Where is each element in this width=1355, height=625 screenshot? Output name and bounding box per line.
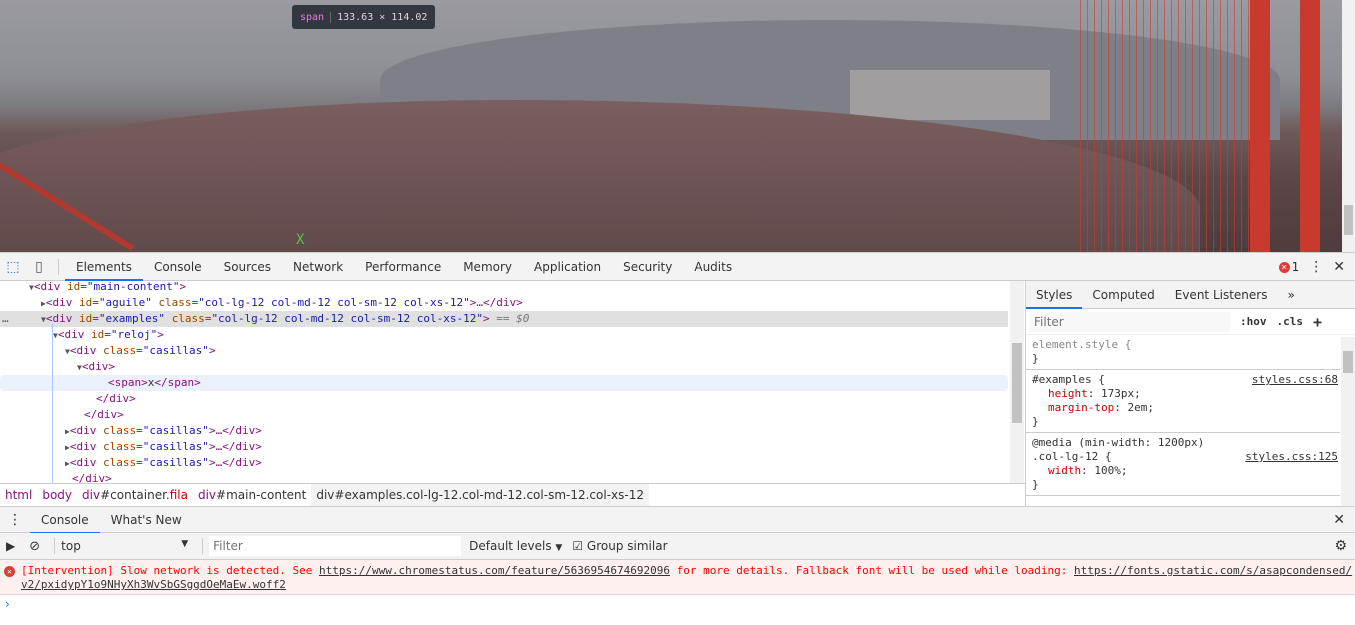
new-style-rule-button[interactable]: +	[1313, 313, 1322, 331]
chromestatus-link[interactable]: https://www.chromestatus.com/feature/563…	[319, 564, 670, 577]
error-icon: ✕	[4, 566, 15, 577]
tab-application[interactable]: Application	[523, 253, 612, 281]
dom-node[interactable]: ▶<div class="casillas">…</div>	[0, 455, 1008, 471]
styles-filter-input[interactable]	[1030, 311, 1230, 332]
style-property[interactable]: width: 100%;	[1032, 464, 1334, 478]
style-rule: @media (min-width: 1200px) .col-lg-12 {st…	[1026, 433, 1340, 496]
tab-performance[interactable]: Performance	[354, 253, 452, 281]
styles-tab-computed[interactable]: Computed	[1082, 281, 1164, 309]
breadcrumb-item[interactable]: div#examples.col-lg-12.col-md-12.col-sm-…	[311, 484, 649, 506]
devtools-toolbar: ⬚ ▯ Elements Console Sources Network Perform…	[0, 253, 1355, 281]
dom-node[interactable]: </div>	[0, 407, 1008, 423]
error-count: 1	[1291, 260, 1300, 274]
dom-node[interactable]: <span>x</span>	[0, 375, 1008, 391]
context-select[interactable]: top ▼	[61, 539, 196, 553]
message-text: for more details. Fallback font will be …	[670, 564, 1074, 577]
breadcrumb-item[interactable]: body	[37, 488, 77, 502]
dom-node[interactable]: ▼<div id="examples" class="col-lg-12 col…	[0, 311, 1008, 327]
console-settings-icon[interactable]: ⚙	[1334, 538, 1347, 554]
page-scrollbar[interactable]	[1342, 0, 1355, 252]
dropdown-arrow-icon: ▼	[181, 539, 189, 549]
inspect-tooltip: span 133.63 × 114.02	[292, 5, 436, 29]
group-similar-checkbox[interactable]: ☑ Group similar	[572, 539, 667, 553]
error-count-badge[interactable]: ✕ 1	[1278, 260, 1300, 274]
page-x-text: X	[296, 232, 305, 248]
dom-node[interactable]: </div>	[0, 471, 1008, 483]
log-levels-label: Default levels	[469, 539, 552, 553]
tooltip-size: 133.63 × 114.02	[337, 11, 428, 23]
log-levels-select[interactable]: Default levels ▼	[469, 539, 562, 553]
dom-node[interactable]: ▼<div>	[0, 359, 1008, 375]
dom-node[interactable]: ▶<div class="casillas">…</div>	[0, 423, 1008, 439]
drawer-tab-console[interactable]: Console	[30, 506, 100, 534]
style-rule: element.style {}	[1026, 335, 1340, 370]
tab-network[interactable]: Network	[282, 253, 354, 281]
show-sidebar-icon[interactable]: ▶	[0, 539, 21, 553]
dom-node[interactable]: ▼<div class="casillas">	[0, 343, 1008, 359]
clear-console-icon[interactable]: ⊘	[21, 539, 48, 554]
styles-scrollbar[interactable]	[1341, 337, 1355, 506]
dom-node[interactable]: ▶<div class="casillas">…</div>	[0, 439, 1008, 455]
style-property[interactable]: height: 173px;	[1032, 387, 1334, 401]
style-property[interactable]: margin-top: 2em;	[1032, 401, 1334, 415]
dom-node[interactable]: ▼<div id="main-content">	[0, 281, 1008, 295]
inspect-element-icon[interactable]: ⬚	[0, 253, 26, 281]
bridge-cables	[1080, 0, 1250, 252]
styles-pane: StylesComputedEvent Listeners» :hov .cls…	[1025, 281, 1355, 506]
background-city	[850, 70, 1050, 120]
tab-elements[interactable]: Elements	[65, 253, 143, 281]
console-prompt[interactable]: ›	[5, 597, 10, 611]
device-toggle-icon[interactable]: ▯	[26, 253, 52, 281]
drawer-menu-icon[interactable]: ⋮	[0, 512, 30, 528]
close-drawer-icon[interactable]: ✕	[1333, 512, 1345, 528]
tab-sources[interactable]: Sources	[213, 253, 282, 281]
breadcrumb-item[interactable]: html	[0, 488, 37, 502]
console-toolbar: ▶ ⊘ top ▼ Default levels ▼ ☑ Group simila…	[0, 533, 1355, 560]
cls-button[interactable]: .cls	[1277, 315, 1304, 328]
dom-node[interactable]: ▼<div id="reloj">	[0, 327, 1008, 343]
styles-tab-event-listeners[interactable]: Event Listeners	[1165, 281, 1278, 309]
hov-button[interactable]: :hov	[1240, 315, 1267, 328]
close-devtools-icon[interactable]: ✕	[1333, 259, 1345, 275]
styles-tab-more[interactable]: »	[1277, 281, 1304, 309]
dropdown-arrow-icon: ▼	[555, 543, 563, 553]
elements-tree: ▼<div id="main-content"> ▶<div id="aguile…	[0, 281, 1025, 483]
context-value: top	[61, 539, 81, 553]
tab-console[interactable]: Console	[143, 253, 213, 281]
webpage-viewport: span 133.63 × 114.02 X	[0, 0, 1342, 252]
console-filter-input[interactable]	[209, 536, 462, 556]
dom-node[interactable]: ▶<div id="aguile" class="col-lg-12 col-m…	[0, 295, 1008, 311]
dom-node[interactable]: </div>	[0, 391, 1008, 407]
styles-tab-styles[interactable]: Styles	[1026, 281, 1083, 309]
breadcrumb-item[interactable]: div#container.fila	[77, 488, 193, 502]
tooltip-tag: span	[300, 11, 332, 23]
style-source-link[interactable]: styles.css:125	[1245, 450, 1338, 464]
node-menu-icon[interactable]: …	[2, 311, 9, 327]
breadcrumb: html body div#container.fila div#main-conte…	[0, 483, 1025, 506]
elements-scrollbar[interactable]	[1010, 281, 1024, 483]
tab-security[interactable]: Security	[612, 253, 683, 281]
drawer-tab-whats-new[interactable]: What's New	[100, 506, 193, 534]
breadcrumb-item[interactable]: div#main-content	[193, 488, 311, 502]
console-error-message: ✕ [Intervention] Slow network is detecte…	[0, 560, 1355, 595]
style-source-link[interactable]: styles.css:68	[1252, 373, 1338, 387]
bridge-tower	[1250, 0, 1320, 252]
error-icon: ✕	[1278, 261, 1290, 273]
tab-memory[interactable]: Memory	[452, 253, 523, 281]
drawer-tabs: ⋮ Console What's New ✕	[0, 506, 1355, 534]
tab-audits[interactable]: Audits	[683, 253, 743, 281]
more-menu-icon[interactable]: ⋮	[1309, 259, 1323, 275]
style-rule: #examples {styles.css:68 height: 173px; ma…	[1026, 370, 1340, 433]
group-similar-label: Group similar	[586, 539, 668, 553]
devtools: ⬚ ▯ Elements Console Sources Network Perform…	[0, 252, 1355, 625]
message-text: [Intervention] Slow network is detected.…	[21, 564, 320, 577]
